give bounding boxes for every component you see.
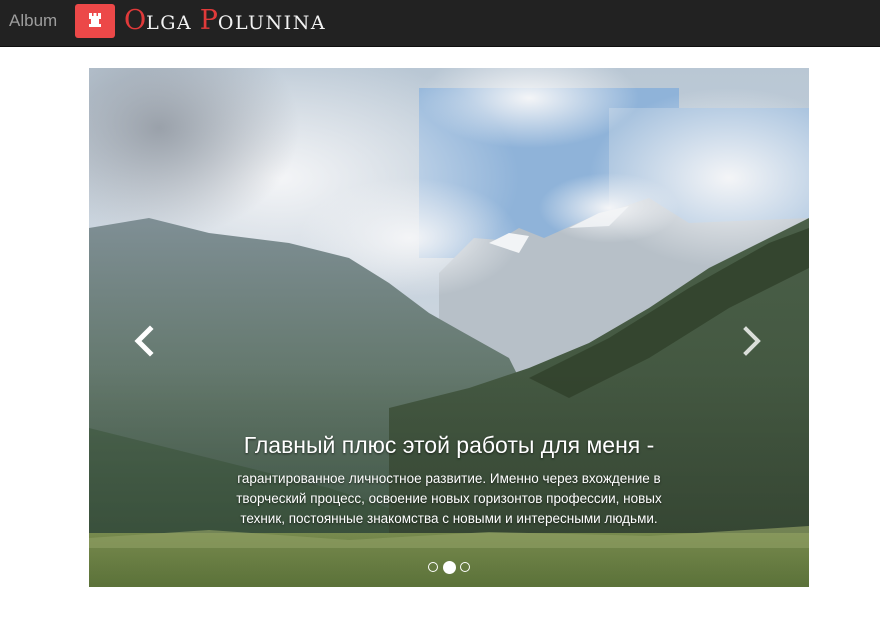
- indicator-dot-active[interactable]: [443, 561, 456, 574]
- logo-text[interactable]: OLGA POLUNINA: [124, 7, 326, 37]
- chevron-left-icon: [134, 325, 154, 357]
- logo-last-rest: OLUNINA: [217, 12, 327, 34]
- logo-last-initial: P: [199, 5, 218, 36]
- chevron-right-icon: [743, 326, 761, 356]
- nav-album-link[interactable]: Album: [9, 11, 57, 31]
- carousel-indicators: [426, 560, 476, 574]
- carousel-prev-button[interactable]: [125, 324, 165, 364]
- navbar: Album OLGA POLUNINA: [0, 0, 880, 47]
- indicator-dot[interactable]: [460, 562, 470, 572]
- logo-badge[interactable]: [75, 4, 115, 38]
- logo-first-rest: LGA: [146, 12, 193, 34]
- rook-icon: [89, 13, 101, 27]
- carousel: Главный плюс этой работы для меня - гара…: [89, 68, 809, 587]
- indicator-dot[interactable]: [428, 562, 438, 572]
- carousel-caption: Главный плюс этой работы для меня - гара…: [229, 428, 669, 529]
- carousel-next-button[interactable]: [731, 324, 771, 364]
- logo-first-initial: O: [124, 5, 147, 36]
- caption-text: гарантированное личностное развитие. Име…: [236, 471, 662, 526]
- caption-title: Главный плюс этой работы для меня -: [243, 432, 655, 458]
